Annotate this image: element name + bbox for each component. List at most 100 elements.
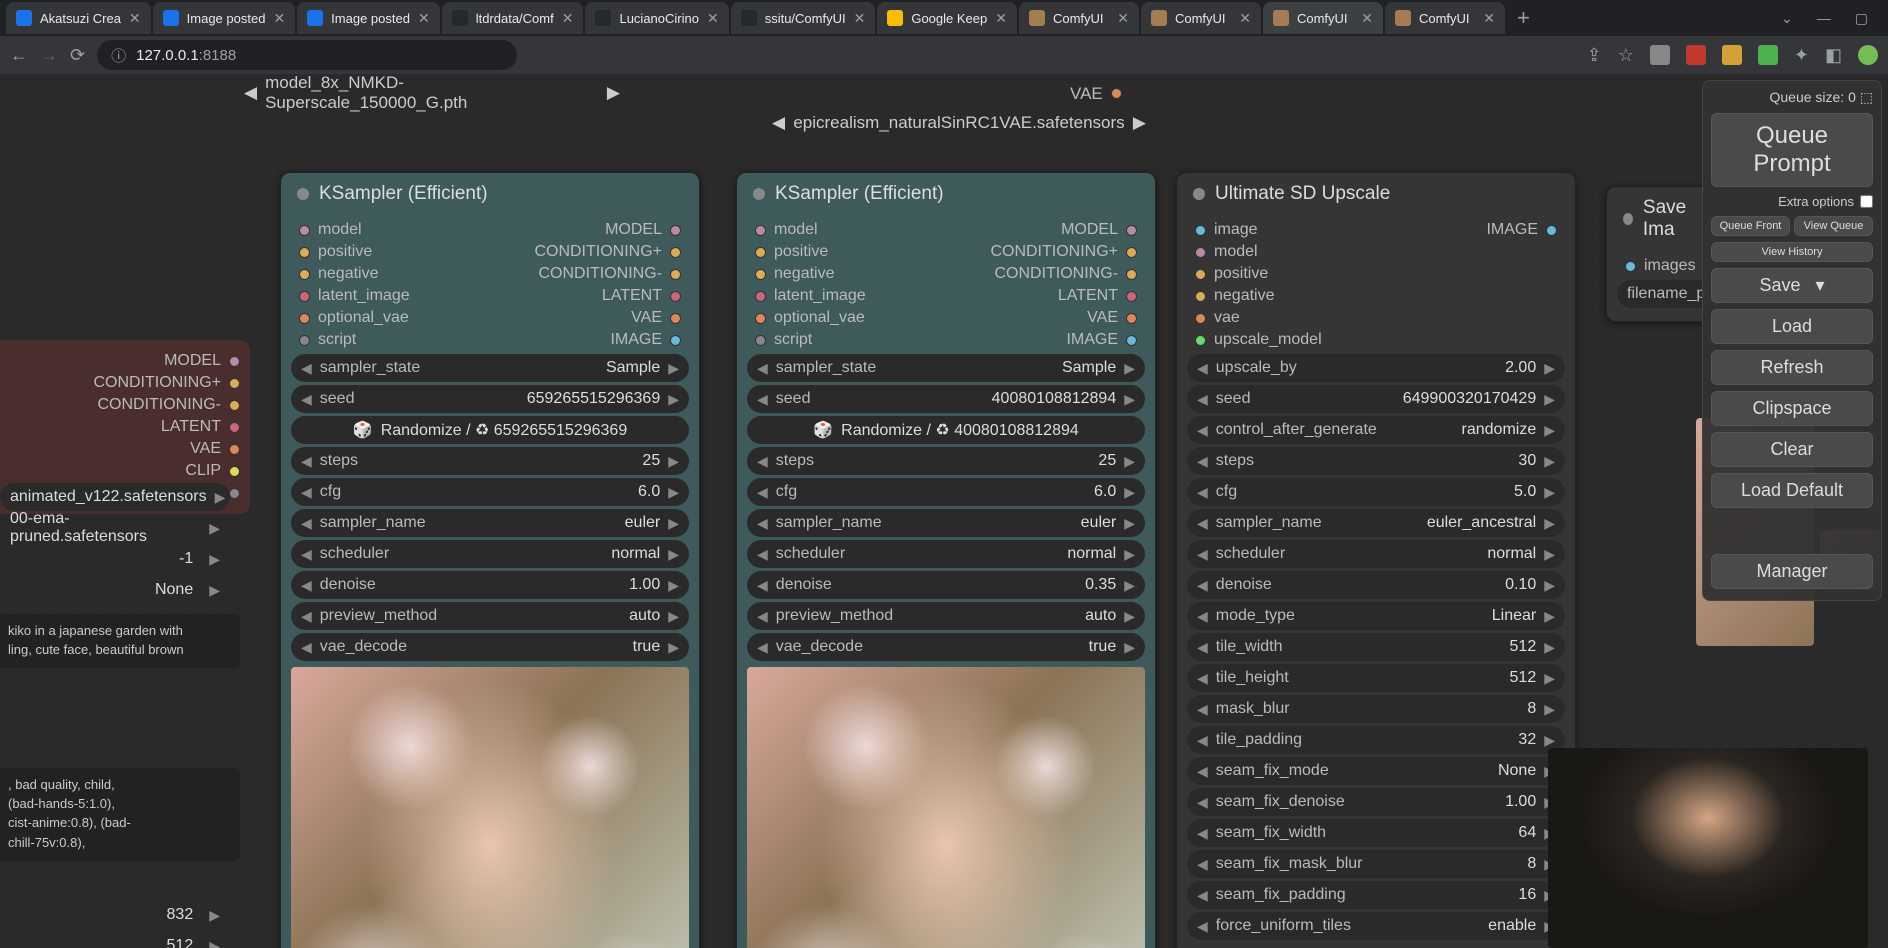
param-denoise[interactable]: ◀denoise0.35▶ bbox=[747, 571, 1145, 599]
param-tile-padding[interactable]: ◀tile_padding32▶ bbox=[1187, 726, 1565, 754]
browser-tab[interactable]: ComfyUI✕ bbox=[1141, 2, 1261, 34]
upscale-model-selector[interactable]: ◀ model_8x_NMKD-Superscale_150000_G.pth … bbox=[232, 76, 632, 110]
browser-tab[interactable]: Akatsuzi Crea✕ bbox=[6, 2, 151, 34]
extension-icon[interactable] bbox=[1758, 45, 1778, 65]
randomize-button[interactable]: 🎲Randomize / ♻ 40080108812894 bbox=[747, 416, 1145, 444]
extra-options-checkbox[interactable] bbox=[1860, 195, 1873, 208]
node-title-bar[interactable]: KSampler (Efficient) bbox=[737, 173, 1155, 215]
param-mode-type[interactable]: ◀mode_typeLinear▶ bbox=[1187, 602, 1565, 630]
forward-icon[interactable]: → bbox=[40, 45, 58, 66]
param-upscale-by[interactable]: ◀upscale_by2.00▶ bbox=[1187, 354, 1565, 382]
param-seam-fix-denoise[interactable]: ◀seam_fix_denoise1.00▶ bbox=[1187, 788, 1565, 816]
chevron-right-icon[interactable]: ▶ bbox=[607, 83, 620, 103]
browser-tab[interactable]: Image posted✕ bbox=[297, 2, 440, 34]
param-steps[interactable]: ◀steps30▶ bbox=[1187, 447, 1565, 475]
param-seam-fix-padding[interactable]: ◀seam_fix_padding16▶ bbox=[1187, 881, 1565, 909]
close-icon[interactable]: ✕ bbox=[1239, 10, 1251, 27]
close-icon[interactable]: ✕ bbox=[562, 10, 574, 27]
close-icon[interactable]: ✕ bbox=[273, 10, 285, 27]
param-control-after-generate[interactable]: ◀control_after_generaterandomize▶ bbox=[1187, 416, 1565, 444]
param-row[interactable]: 832▶ bbox=[0, 901, 230, 929]
browser-tab[interactable]: Image posted✕ bbox=[153, 2, 296, 34]
close-icon[interactable]: ✕ bbox=[1117, 10, 1129, 27]
maximize-icon[interactable]: ▢ bbox=[1855, 10, 1868, 27]
refresh-button[interactable]: Refresh bbox=[1711, 350, 1873, 385]
close-icon[interactable]: ✕ bbox=[418, 10, 430, 27]
param-filename[interactable]: filename_p bbox=[1617, 280, 1715, 308]
new-tab-button[interactable]: + bbox=[1507, 5, 1540, 31]
share-icon[interactable]: ⇪ bbox=[1587, 45, 1602, 66]
param-preview-method[interactable]: ◀preview_methodauto▶ bbox=[747, 602, 1145, 630]
param-denoise[interactable]: ◀denoise0.10▶ bbox=[1187, 571, 1565, 599]
sidepanel-icon[interactable]: ◧ bbox=[1825, 45, 1842, 66]
clipspace-button[interactable]: Clipspace bbox=[1711, 391, 1873, 426]
manager-button[interactable]: Manager bbox=[1711, 554, 1873, 589]
param-denoise[interactable]: ◀denoise1.00▶ bbox=[291, 571, 689, 599]
ksampler-efficient-node-1[interactable]: KSampler (Efficient) modelMODEL positive… bbox=[280, 172, 700, 948]
browser-tab[interactable]: ComfyUI✕ bbox=[1385, 2, 1505, 34]
chevron-right-icon[interactable]: ▶ bbox=[1133, 113, 1146, 133]
bookmark-icon[interactable]: ☆ bbox=[1618, 45, 1634, 66]
param-row[interactable]: None▶ bbox=[0, 576, 230, 604]
param-seam-fix-mode[interactable]: ◀seam_fix_modeNone▶ bbox=[1187, 757, 1565, 785]
param-sampler-state[interactable]: ◀sampler_stateSample▶ bbox=[291, 354, 689, 382]
param-cfg[interactable]: ◀cfg6.0▶ bbox=[747, 478, 1145, 506]
param-row[interactable]: animated_v122.safetensors▶ bbox=[0, 483, 230, 511]
param-steps[interactable]: ◀steps25▶ bbox=[747, 447, 1145, 475]
close-icon[interactable]: ✕ bbox=[854, 10, 866, 27]
param-scheduler[interactable]: ◀schedulernormal▶ bbox=[747, 540, 1145, 568]
chevron-left-icon[interactable]: ◀ bbox=[772, 113, 785, 133]
node-title-bar[interactable]: KSampler (Efficient) bbox=[281, 173, 699, 215]
param-mask-blur[interactable]: ◀mask_blur8▶ bbox=[1187, 695, 1565, 723]
profile-avatar[interactable] bbox=[1858, 45, 1878, 65]
param-sampler-name[interactable]: ◀sampler_nameeuler▶ bbox=[747, 509, 1145, 537]
browser-tab[interactable]: LucianoCirino✕ bbox=[585, 2, 728, 34]
back-icon[interactable]: ← bbox=[10, 45, 28, 66]
param-cfg[interactable]: ◀cfg6.0▶ bbox=[291, 478, 689, 506]
extension-icon[interactable] bbox=[1686, 45, 1706, 65]
reload-icon[interactable]: ⟳ bbox=[70, 45, 85, 66]
browser-tab[interactable]: ltdrdata/Comf✕ bbox=[442, 2, 584, 34]
vae-selector[interactable]: ◀ epicrealism_naturalSinRC1VAE.safetenso… bbox=[760, 106, 1158, 140]
extension-icon[interactable] bbox=[1650, 45, 1670, 65]
node-canvas[interactable]: ◀ model_8x_NMKD-Superscale_150000_G.pth … bbox=[0, 74, 1888, 948]
param-steps[interactable]: ◀steps25▶ bbox=[291, 447, 689, 475]
param-row[interactable]: -1▶ bbox=[0, 545, 230, 573]
param-scheduler[interactable]: ◀schedulernormal▶ bbox=[1187, 540, 1565, 568]
positive-prompt-partial[interactable]: kiko in a japanese garden with ling, cut… bbox=[0, 614, 240, 668]
control-panel[interactable]: Queue size: 0 ⬚ Queue Prompt Extra optio… bbox=[1702, 80, 1882, 601]
queue-front-button[interactable]: Queue Front bbox=[1711, 216, 1790, 236]
load-button[interactable]: Load bbox=[1711, 309, 1873, 344]
save-button[interactable]: Save ▾ bbox=[1711, 268, 1873, 303]
param-tile-width[interactable]: ◀tile_width512▶ bbox=[1187, 633, 1565, 661]
close-icon[interactable]: ✕ bbox=[1483, 10, 1495, 27]
load-default-button[interactable]: Load Default bbox=[1711, 473, 1873, 508]
extensions-icon[interactable]: ✦ bbox=[1794, 45, 1809, 66]
negative-prompt-partial[interactable]: , bad quality, child, (bad-hands-5:1.0),… bbox=[0, 768, 240, 861]
param-seed[interactable]: ◀seed659265515296369▶ bbox=[291, 385, 689, 413]
url-input[interactable]: ⓘ 127.0.0.1:8188 bbox=[97, 40, 517, 70]
param-preview-method[interactable]: ◀preview_methodauto▶ bbox=[291, 602, 689, 630]
param-sampler-name[interactable]: ◀sampler_nameeuler_ancestral▶ bbox=[1187, 509, 1565, 537]
param-row[interactable]: 512▶ bbox=[0, 932, 230, 948]
view-queue-button[interactable]: View Queue bbox=[1794, 216, 1873, 236]
param-seam-fix-mask-blur[interactable]: ◀seam_fix_mask_blur8▶ bbox=[1187, 850, 1565, 878]
param-vae-decode[interactable]: ◀vae_decodetrue▶ bbox=[291, 633, 689, 661]
param-row[interactable]: 00-ema-pruned.safetensors▶ bbox=[0, 514, 230, 542]
randomize-button[interactable]: 🎲Randomize / ♻ 659265515296369 bbox=[291, 416, 689, 444]
view-history-button[interactable]: View History bbox=[1711, 242, 1873, 262]
param-seam-fix-width[interactable]: ◀seam_fix_width64▶ bbox=[1187, 819, 1565, 847]
queue-prompt-button[interactable]: Queue Prompt bbox=[1711, 113, 1873, 187]
param-cfg[interactable]: ◀cfg5.0▶ bbox=[1187, 478, 1565, 506]
param-force-uniform-tiles[interactable]: ◀force_uniform_tilesenable▶ bbox=[1187, 912, 1565, 940]
param-sampler-state[interactable]: ◀sampler_stateSample▶ bbox=[747, 354, 1145, 382]
param-seed[interactable]: ◀seed649900320170429▶ bbox=[1187, 385, 1565, 413]
site-info-icon[interactable]: ⓘ bbox=[111, 45, 126, 66]
tab-dropdown-icon[interactable]: ⌄ bbox=[1781, 10, 1793, 27]
node-title-bar[interactable]: Ultimate SD Upscale bbox=[1177, 173, 1575, 215]
param-tile-height[interactable]: ◀tile_height512▶ bbox=[1187, 664, 1565, 692]
browser-tab[interactable]: ssitu/ComfyUI✕ bbox=[731, 2, 876, 34]
close-icon[interactable]: ✕ bbox=[995, 10, 1007, 27]
ultimate-sd-upscale-node[interactable]: Ultimate SD Upscale imageIMAGE model pos… bbox=[1176, 172, 1576, 948]
param-scheduler[interactable]: ◀schedulernormal▶ bbox=[291, 540, 689, 568]
